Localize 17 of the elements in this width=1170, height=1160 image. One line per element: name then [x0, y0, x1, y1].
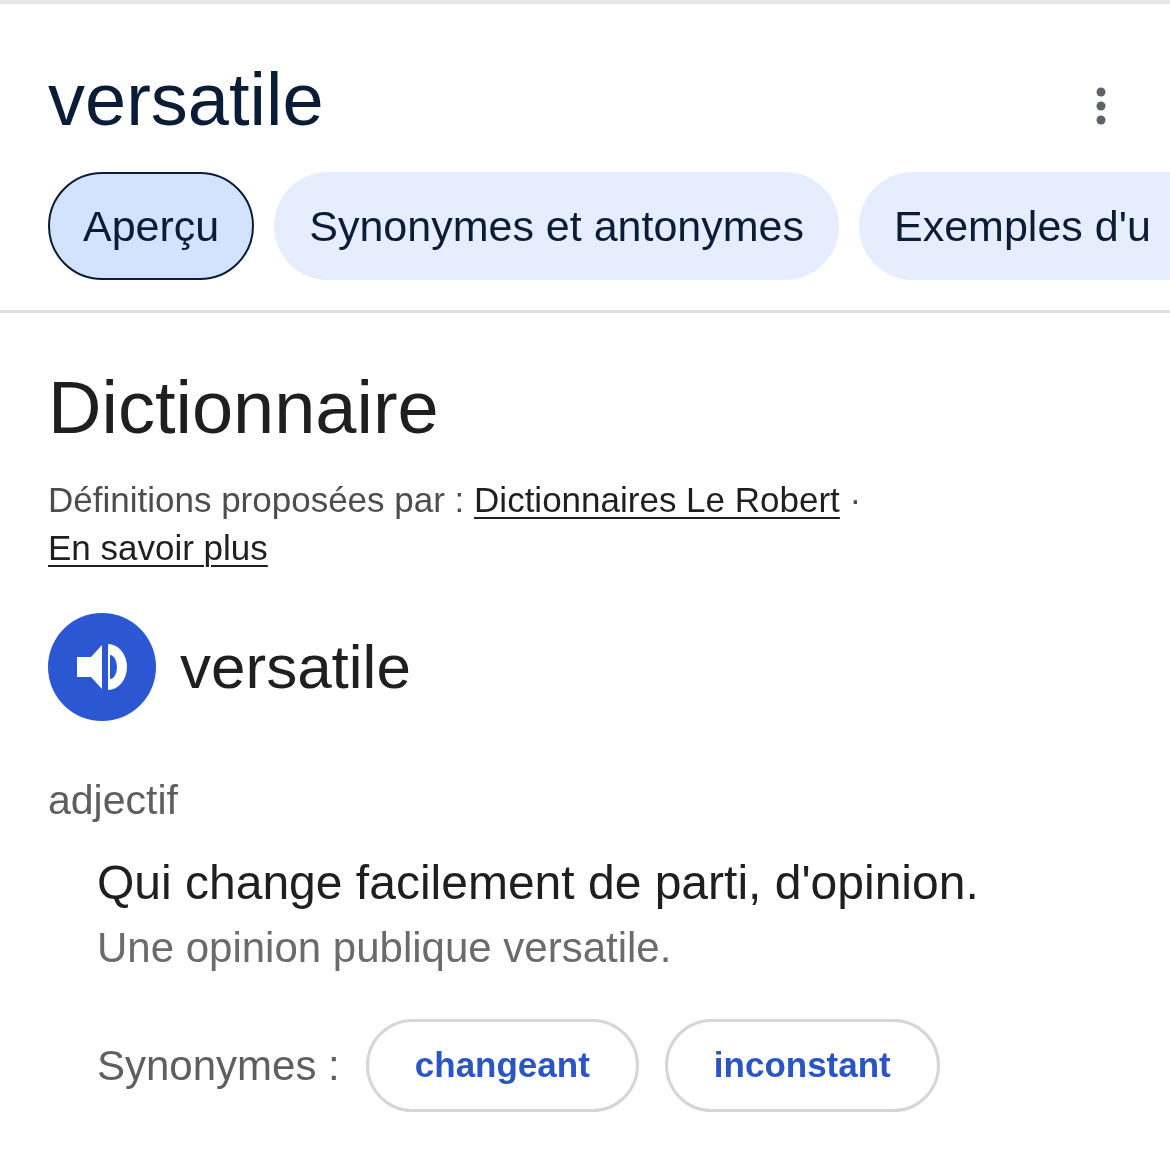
synonym-chip[interactable]: inconstant [664, 1019, 940, 1112]
speaker-icon [77, 644, 127, 690]
tab[interactable]: Exemples d'u [859, 172, 1170, 280]
headword: versatile [180, 632, 411, 702]
definition-text: Qui change facilement de parti, d'opinion. [97, 855, 979, 911]
section-heading: Dictionnaire [48, 371, 439, 445]
part-of-speech: adjectif [48, 776, 178, 824]
tab[interactable]: Synonymes et antonymes [274, 172, 839, 280]
example-text: Une opinion publique versatile. [97, 923, 672, 973]
tab[interactable]: Aperçu [48, 172, 255, 280]
synonyms-label: Synonymes : [97, 1040, 340, 1091]
source-link[interactable]: Dictionnaires Le Robert [474, 480, 840, 519]
page-title: versatile [48, 63, 324, 137]
synonym-chip[interactable]: changeant [365, 1019, 639, 1112]
more-options-icon[interactable] [1095, 87, 1107, 125]
attribution-text: Définitions proposées par : Dictionnaires Le Robert · En savoir plus [48, 479, 863, 569]
learn-more-link[interactable]: En savoir plus [48, 528, 268, 567]
